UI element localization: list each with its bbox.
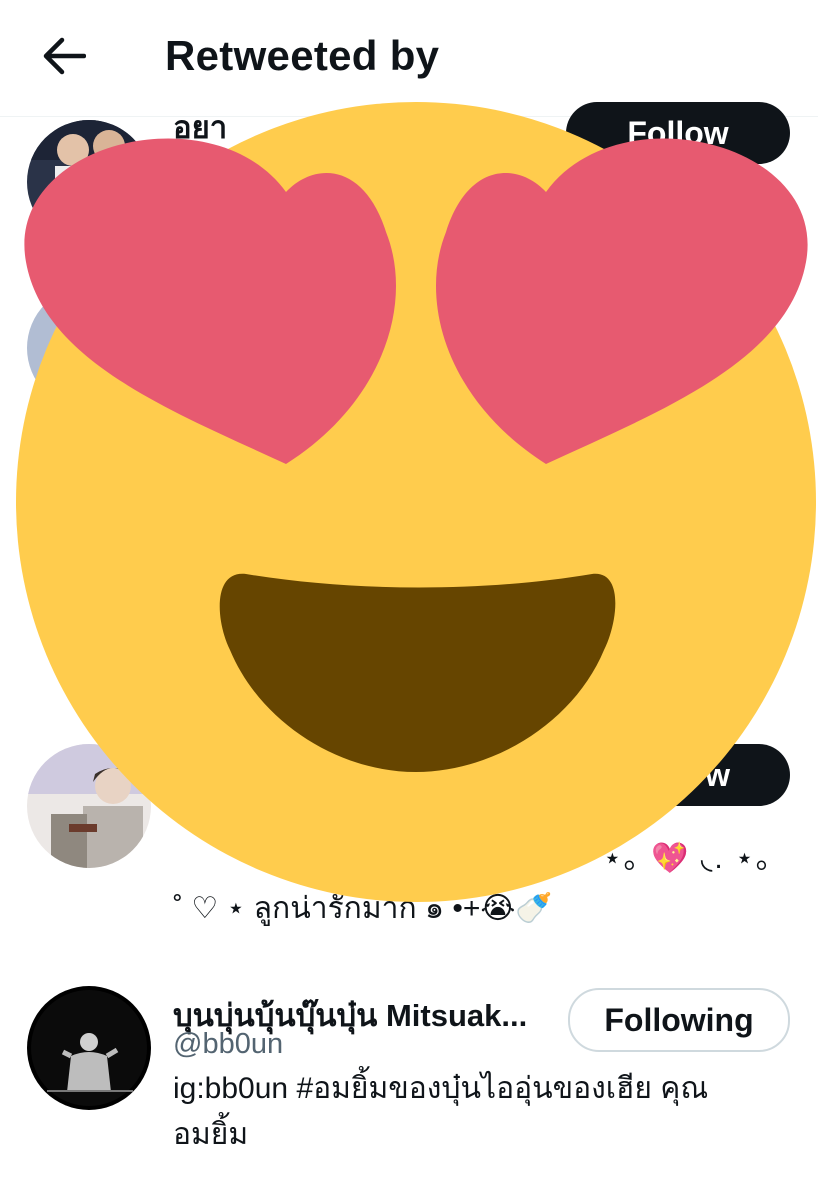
bio-line: ˚ ♡ ⋆ ลูกน่ารักมาก ๑ •+😭🍼: [173, 892, 553, 925]
username[interactable]: @: [173, 146, 202, 179]
user-cell[interactable]: w ⋆｡ 💖 ◟. ⋆｡ ˚ ♡ ⋆ ลูกน่ารักมาก ๑ •+😭🍼: [0, 744, 818, 974]
retweeted-by-screen: Retweeted by อยา @ Follow w ⋆｡ 💖 ◟. ⋆｡ ˚…: [0, 0, 818, 1200]
bio-line: อมยิ้ม: [173, 1118, 249, 1151]
avatar[interactable]: [27, 744, 151, 868]
back-button[interactable]: [30, 24, 98, 88]
top-app-bar: Retweeted by: [0, 0, 818, 117]
bio-line: ig:bb0un #อมยิ้มของบุ๋นไออุ่นของเฮีย คุณ: [173, 1072, 709, 1105]
user-cell[interactable]: อยา @ Follow: [0, 102, 818, 306]
page-title: Retweeted by: [165, 32, 440, 79]
follow-button[interactable]: Follow: [566, 102, 790, 164]
display-name[interactable]: อยา: [173, 102, 573, 152]
avatar[interactable]: [27, 120, 151, 244]
user-cell[interactable]: บุนบุ่นบุ้นบุ๊นบุ๋น Mitsuak... @bb0un Fo…: [0, 984, 818, 1200]
follow-button[interactable]: w: [566, 744, 790, 806]
username[interactable]: @bb0un: [173, 1028, 283, 1061]
avatar[interactable]: [27, 286, 151, 410]
user-bio: ig:bb0un #อมยิ้มของบุ๋นไออุ่นของเฮีย คุณ…: [173, 1066, 793, 1158]
arrow-left-icon: [43, 37, 86, 75]
user-bio: ⋆｡ 💖 ◟. ⋆｡ ˚ ♡ ⋆ ลูกน่ารักมาก ๑ •+😭🍼: [173, 836, 793, 932]
following-button[interactable]: Following: [568, 988, 790, 1052]
avatar[interactable]: [27, 986, 151, 1110]
bio-line: ⋆｡ 💖 ◟. ⋆｡: [603, 842, 773, 875]
